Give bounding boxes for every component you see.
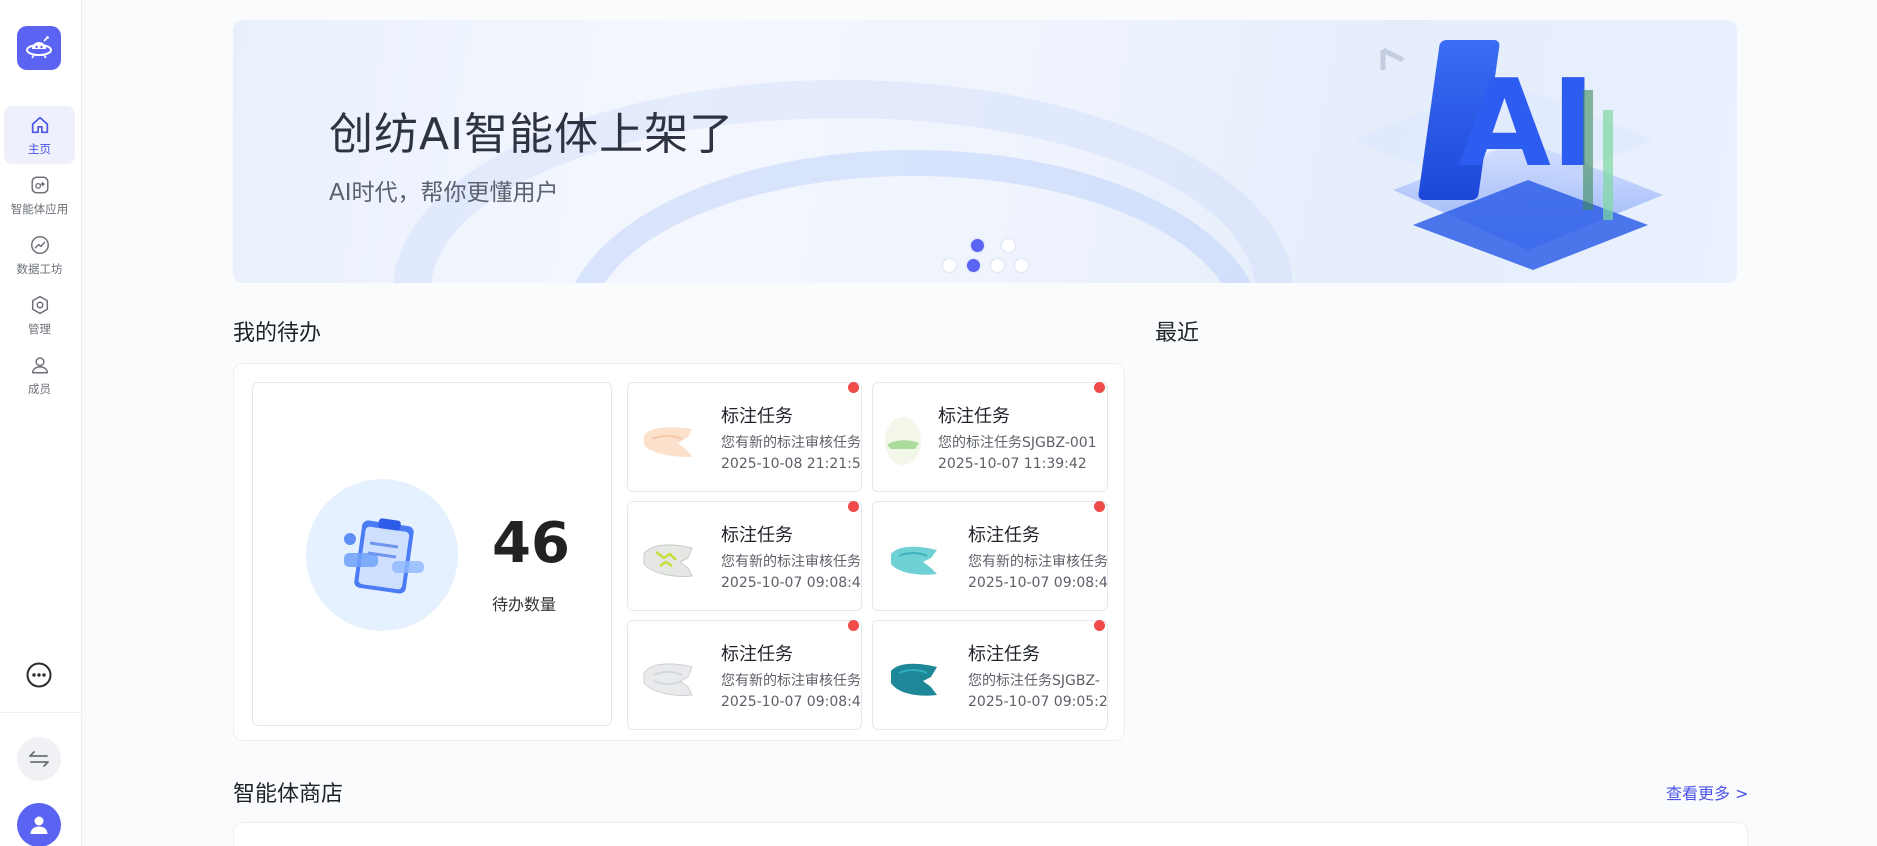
task-thumbnail (643, 663, 693, 696)
sidebar-item-label: 数据工坊 (16, 261, 63, 276)
task-title: 标注任务 (721, 644, 793, 665)
sidebar-item-data-workshop[interactable]: 数据工坊 (4, 226, 75, 284)
carousel-dot[interactable] (1015, 259, 1028, 272)
ai-illustration: AI (1353, 40, 1663, 270)
sidebar-item-label: 管理 (28, 321, 51, 336)
banner-title: 创纺AI智能体上架了 (329, 109, 735, 160)
sidebar-item-label: 智能体应用 (10, 201, 69, 216)
task-card[interactable]: 标注任务 您的标注任务SJGBZ-001 2025-10-07 11:39:42 (872, 382, 1108, 492)
app-logo[interactable] (17, 26, 61, 70)
task-time: 2025-10-07 09:08:43 (721, 575, 862, 591)
promo-banner[interactable]: 创纺AI智能体上架了 AI时代，帮你更懂用户 AI (233, 20, 1737, 283)
task-thumbnail (885, 417, 921, 465)
carousel-indicator-top (971, 239, 1015, 252)
todo-count-label: 待办数量 (492, 595, 557, 614)
todo-count: 46 (492, 511, 570, 576)
user-icon (30, 816, 48, 834)
clipboard-icon (344, 518, 424, 594)
task-card[interactable]: 标注任务 您有新的标注审核任务 2025-10-07 09:08:43 (872, 501, 1108, 611)
sidebar-divider (0, 712, 82, 713)
carousel-dot[interactable] (943, 259, 956, 272)
sidebar-item-management[interactable]: 管理 (4, 286, 75, 344)
carousel-dot[interactable] (991, 259, 1004, 272)
task-title: 标注任务 (721, 406, 793, 427)
avatar[interactable] (17, 803, 61, 846)
unread-badge (1094, 382, 1105, 393)
robot-logo-icon (26, 36, 52, 59)
agent-store-panel (233, 822, 1748, 846)
todo-section-title: 我的待办 (233, 321, 322, 346)
member-icon (31, 356, 48, 374)
more-options-icon[interactable] (25, 661, 53, 689)
task-time: 2025-10-07 09:08:43 (721, 694, 862, 710)
recent-section-title: 最近 (1155, 321, 1200, 346)
banner-subtitle: AI时代，帮你更懂用户 (329, 180, 559, 206)
task-time: 2025-10-07 09:05:28 (968, 694, 1108, 710)
task-description: 您的标注任务SJGBZ-001 (938, 435, 1097, 451)
carousel-indicator (943, 259, 1028, 272)
sidebar: 主页 智能体应用 数据工坊 管理 成员 (0, 0, 82, 846)
todo-panel: 46 待办数量 标注任务 您有新的标注审核任务 2025-10-08 21:21… (233, 363, 1125, 741)
task-title: 标注任务 (968, 644, 1040, 665)
sidebar-item-label: 主页 (28, 141, 51, 156)
task-thumbnail (891, 663, 937, 696)
task-card[interactable]: 标注任务 您有新的标注审核任务 2025-10-07 09:08:43 (627, 620, 862, 730)
task-time: 2025-10-08 21:21:57 (721, 456, 862, 472)
task-description: 您有新的标注审核任务 (968, 554, 1108, 570)
carousel-dot[interactable] (1002, 239, 1015, 252)
view-more-link[interactable]: 查看更多 > (1666, 780, 1749, 804)
task-description: 您有新的标注审核任务 (721, 554, 861, 570)
task-card[interactable]: 标注任务 您有新的标注审核任务 2025-10-08 21:21:57 (627, 382, 862, 492)
agent-store-title: 智能体商店 (233, 782, 344, 807)
carousel-dot[interactable] (967, 259, 980, 272)
carousel-dot[interactable] (971, 239, 984, 252)
sidebar-item-agent-apps[interactable]: 智能体应用 (4, 166, 75, 224)
task-title: 标注任务 (938, 406, 1010, 427)
todo-summary-card[interactable]: 46 待办数量 (252, 382, 612, 726)
task-thumbnail (643, 544, 693, 577)
task-thumbnail (644, 427, 692, 457)
task-description: 您有新的标注审核任务 (721, 435, 861, 451)
home-icon (31, 116, 48, 133)
task-thumbnail (891, 546, 937, 575)
switch-button[interactable] (17, 737, 61, 781)
unread-badge (848, 501, 859, 512)
switch-arrows-icon (29, 751, 49, 767)
agent-app-icon (30, 175, 49, 194)
sidebar-item-members[interactable]: 成员 (4, 346, 75, 404)
clipboard-illustration (306, 479, 458, 631)
settings-icon (31, 295, 48, 314)
unread-badge (848, 620, 859, 631)
task-description: 您有新的标注审核任务 (721, 673, 861, 689)
task-card[interactable]: 标注任务 您有新的标注审核任务 2025-10-07 09:08:43 (627, 501, 862, 611)
task-title: 标注任务 (968, 525, 1040, 546)
sidebar-item-label: 成员 (28, 381, 51, 396)
unread-badge (1094, 501, 1105, 512)
sidebar-item-home[interactable]: 主页 (4, 106, 75, 164)
task-title: 标注任务 (721, 525, 793, 546)
unread-badge (848, 382, 859, 393)
ai-art-text: AI (1458, 55, 1596, 194)
unread-badge (1094, 620, 1105, 631)
task-card[interactable]: 标注任务 您的标注任务SJGBZ- 2025-10-07 09:05:28 (872, 620, 1108, 730)
task-time: 2025-10-07 09:08:43 (968, 575, 1108, 591)
chart-trend-icon (30, 235, 49, 254)
task-description: 您的标注任务SJGBZ- (968, 673, 1100, 689)
task-time: 2025-10-07 11:39:42 (938, 456, 1087, 472)
